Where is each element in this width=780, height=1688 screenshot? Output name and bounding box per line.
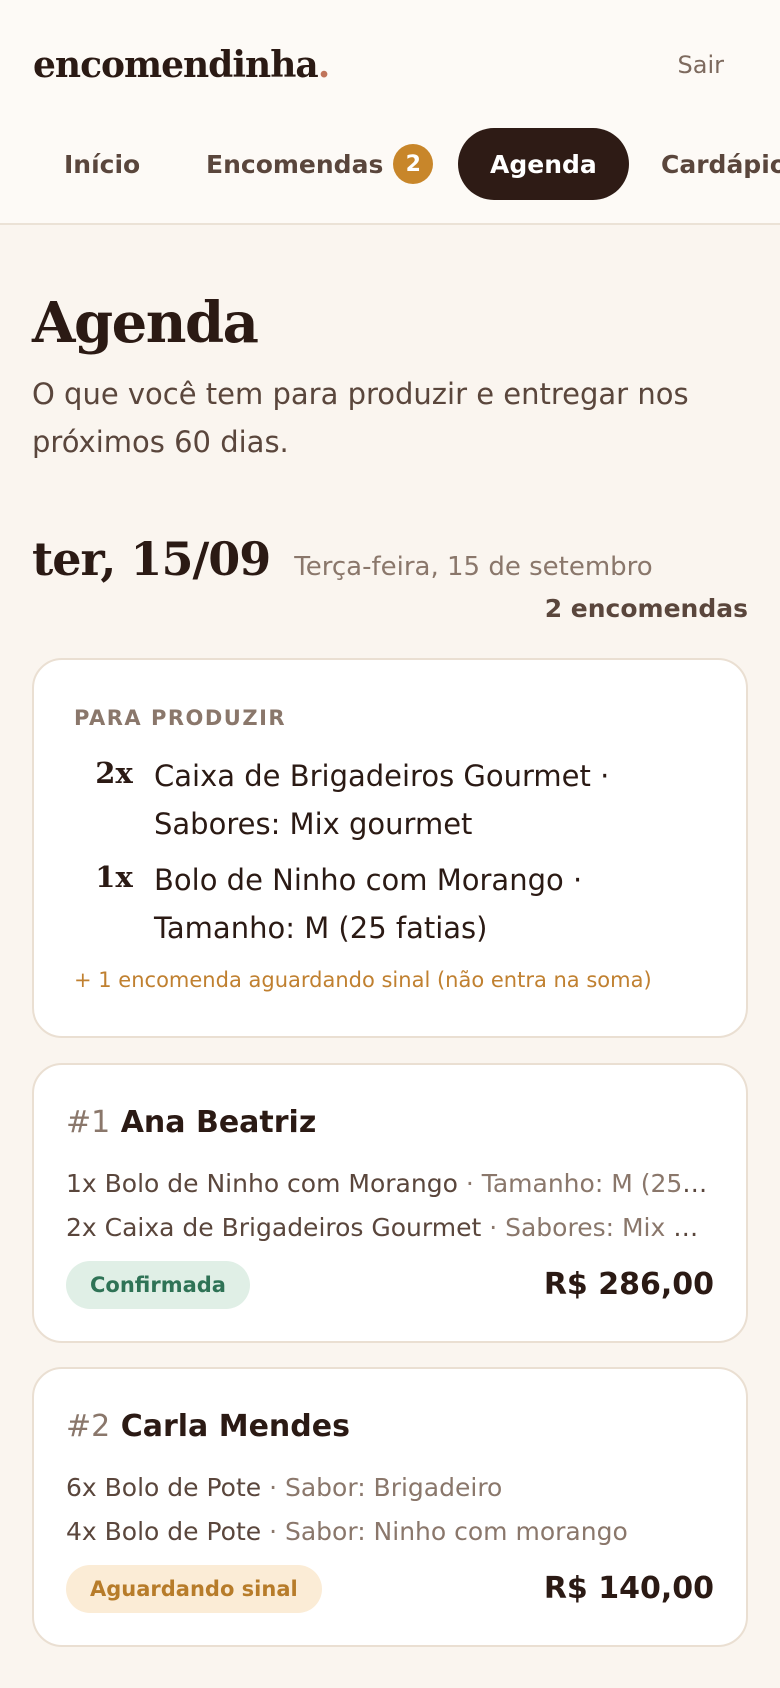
day-long-date: Terça-feira, 15 de setembro — [294, 552, 653, 582]
order-number: #1 — [66, 1105, 111, 1140]
status-badge: Confirmada — [66, 1261, 250, 1309]
production-note: + 1 encomenda aguardando sinal (não entr… — [74, 968, 652, 992]
production-heading: PARA PRODUZIR — [74, 706, 287, 730]
order-line-option: · Sabores: Mix gourmet — [489, 1213, 714, 1242]
day-short-date: ter, 15/09 — [32, 532, 271, 586]
nav-item-label: Encomendas — [206, 149, 384, 179]
order-line-main: 1x Bolo de Ninho com Morango — [66, 1169, 458, 1198]
production-desc: Caixa de Brigadeiros Gourmet · Sabores: … — [154, 759, 610, 841]
logout-button[interactable]: Sair — [678, 51, 724, 79]
nav-item-inicio[interactable]: Início — [64, 128, 140, 200]
order-line-item: 6x Bolo de Pote · Sabor: Brigadeiro — [66, 1473, 714, 1502]
orders-count-badge: 2 — [393, 144, 434, 184]
order-price: R$ 140,00 — [543, 1571, 714, 1606]
main-nav: Início Encomendas 2 Agenda Cardápio — [0, 128, 780, 200]
order-number: #2 — [66, 1409, 111, 1444]
production-desc: Bolo de Ninho com Morango · Tamanho: M (… — [154, 863, 583, 945]
order-customer: Carla Mendes — [120, 1409, 350, 1444]
order-line-item: 2x Caixa de Brigadeiros Gourmet · Sabore… — [66, 1213, 714, 1242]
order-line-item: 4x Bolo de Pote · Sabor: Ninho com moran… — [66, 1517, 714, 1546]
production-summary-card: PARA PRODUZIR 2x Caixa de Brigadeiros Go… — [32, 658, 748, 1038]
app-header: encomendinha. Sair Início Encomendas 2 A… — [0, 0, 780, 225]
brand-name: encomendinha — [33, 44, 319, 86]
nav-item-label: Início — [64, 149, 141, 179]
page-subtitle: O que você tem para produzir e entregar … — [32, 377, 689, 459]
order-line-option: · Tamanho: M (25 fatias) — [465, 1169, 714, 1198]
order-line-main: 2x Caixa de Brigadeiros Gourmet — [66, 1213, 482, 1242]
order-line-main: 4x Bolo de Pote — [66, 1517, 262, 1546]
status-badge: Aguardando sinal — [66, 1565, 322, 1613]
nav-item-cardapio[interactable]: Cardápio — [661, 128, 780, 200]
order-card[interactable]: #1 Ana Beatriz 1x Bolo de Ninho com Mora… — [32, 1063, 748, 1343]
order-customer: Ana Beatriz — [120, 1105, 317, 1140]
order-line-item: 1x Bolo de Ninho com Morango · Tamanho: … — [66, 1169, 714, 1198]
page-title: Agenda — [32, 290, 259, 356]
order-title: #1 Ana Beatriz — [66, 1105, 316, 1140]
brand-dot: . — [317, 44, 331, 86]
order-line-main: 6x Bolo de Pote — [66, 1473, 262, 1502]
production-item: 1x Bolo de Ninho com Morango · Tamanho: … — [74, 856, 714, 952]
brand-logo[interactable]: encomendinha. — [33, 44, 331, 86]
day-header: ter, 15/09 Terça-feira, 15 de setembro — [32, 532, 653, 586]
order-price: R$ 286,00 — [543, 1267, 714, 1302]
production-item: 2x Caixa de Brigadeiros Gourmet · Sabore… — [74, 752, 714, 848]
nav-item-encomendas[interactable]: Encomendas 2 — [206, 128, 434, 200]
order-line-option: · Sabor: Brigadeiro — [261, 1473, 503, 1502]
nav-item-agenda[interactable]: Agenda — [458, 128, 629, 200]
order-title: #2 Carla Mendes — [66, 1409, 350, 1444]
nav-item-label: Agenda — [490, 149, 597, 179]
production-qty: 2x — [95, 756, 133, 790]
day-order-count: 2 encomendas — [544, 594, 748, 623]
nav-item-label: Cardápio — [661, 149, 780, 179]
order-line-option: · Sabor: Ninho com morango — [261, 1517, 628, 1546]
production-qty: 1x — [95, 860, 133, 894]
order-card[interactable]: #2 Carla Mendes 6x Bolo de Pote · Sabor:… — [32, 1367, 748, 1647]
